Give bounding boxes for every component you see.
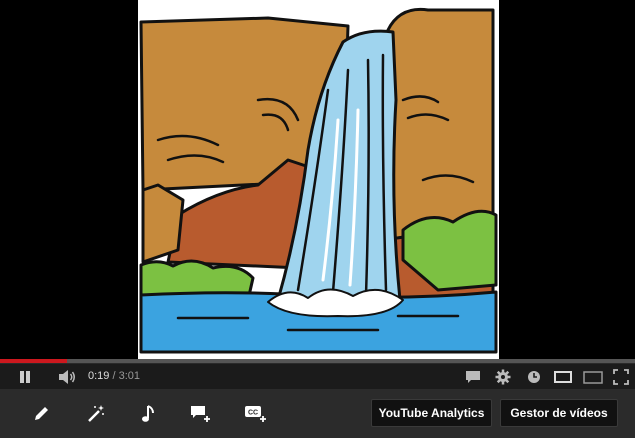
settings-button[interactable]	[493, 368, 513, 386]
annotations-button[interactable]	[463, 368, 483, 386]
creator-toolbar: CC YouTube Analytics Gestor de vídeos	[0, 389, 635, 438]
music-note-icon	[142, 405, 154, 422]
small-player-icon	[554, 371, 572, 383]
current-time: 0:19	[88, 370, 110, 382]
clock-icon	[528, 371, 540, 383]
volume-button[interactable]	[55, 368, 79, 386]
video-area[interactable]	[0, 0, 635, 359]
enhance-button[interactable]	[83, 401, 109, 427]
video-manager-button[interactable]: Gestor de vídeos	[500, 399, 618, 427]
volume-icon	[59, 370, 75, 384]
fullscreen-icon	[613, 369, 629, 385]
large-player-icon	[583, 370, 603, 384]
youtube-analytics-button[interactable]: YouTube Analytics	[371, 399, 492, 427]
pause-icon	[20, 371, 30, 383]
edit-button[interactable]	[28, 401, 54, 427]
magic-wand-icon	[88, 405, 104, 422]
add-captions-button[interactable]: CC	[243, 401, 269, 427]
time-display: 0:19 / 3:01	[88, 363, 140, 389]
annotations-icon	[466, 371, 480, 383]
add-captions-icon: CC	[245, 406, 266, 422]
audio-button[interactable]	[136, 401, 162, 427]
add-annotation-button[interactable]	[188, 401, 214, 427]
pause-button[interactable]	[14, 368, 36, 386]
small-player-button[interactable]	[552, 368, 574, 386]
duration: 3:01	[118, 370, 141, 382]
add-annotation-icon	[191, 406, 210, 422]
time-separator: /	[109, 370, 119, 382]
pencil-icon	[35, 407, 48, 420]
gear-icon	[495, 369, 511, 385]
large-player-button[interactable]	[582, 368, 604, 386]
svg-text:CC: CC	[248, 410, 258, 417]
fullscreen-button[interactable]	[611, 368, 631, 386]
watch-later-button[interactable]	[524, 368, 544, 386]
waterfall-illustration	[139, 7, 498, 354]
video-frame[interactable]	[138, 0, 499, 359]
